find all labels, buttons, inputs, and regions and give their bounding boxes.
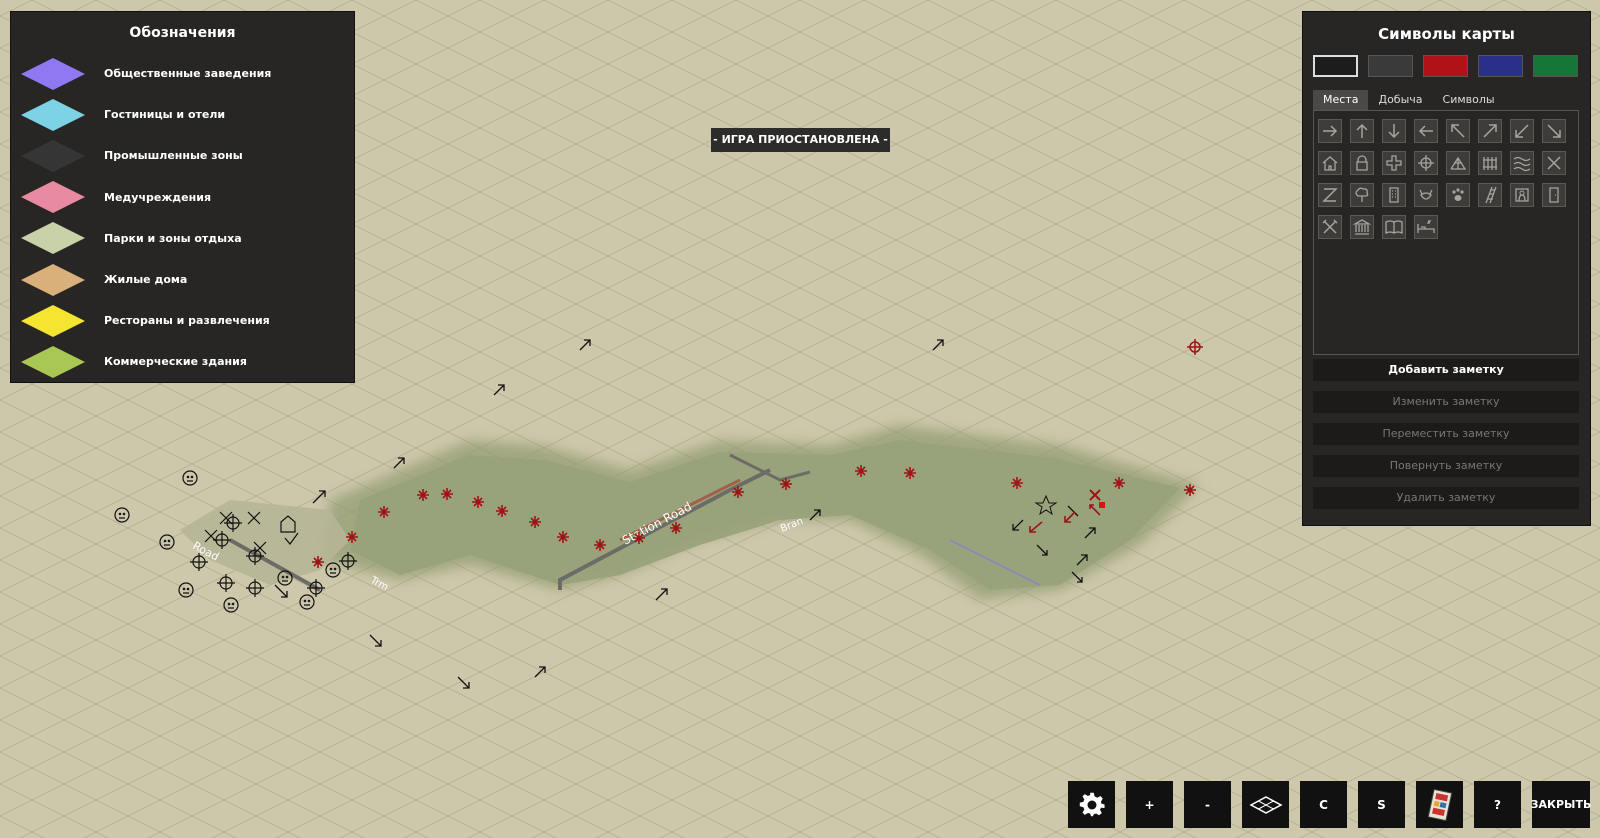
arrow-left-icon[interactable] [1414,119,1438,143]
map-symbols-panel: Символы карты Места Добыча Символы Добав… [1302,11,1591,526]
color-swatch-red[interactable] [1423,55,1468,77]
legend-panel: Обозначения Общественные заведения Гости… [10,11,355,383]
legend-swatch-industrial [21,139,85,172]
legend-label: Гостиницы и отели [104,108,226,122]
legend-item: Гостиницы и отели [21,94,271,135]
ladder-icon[interactable] [1478,183,1502,207]
legend-swatch-public [21,57,85,90]
legend-swatch-residential [21,263,85,296]
raccoon-icon[interactable] [1414,183,1438,207]
legend-swatch-medical [21,181,85,214]
symbols-panel-title: Символы карты [1378,25,1515,43]
legend-item: Коммерческие здания [21,341,271,382]
move-note-button[interactable]: Переместить заметку [1313,423,1579,445]
add-note-button[interactable]: Добавить заметку [1313,359,1579,381]
close-button[interactable]: ЗАКРЫТЬ [1531,781,1591,828]
symbol-icon-grid [1313,110,1579,355]
tab-places[interactable]: Места [1313,90,1369,110]
portrait-icon[interactable] [1510,183,1534,207]
legend-swatch-parks [21,222,85,255]
isometric-toggle-icon [1248,795,1283,814]
crossed-tools-icon[interactable] [1318,215,1342,239]
legend-item: Общественные заведения [21,53,271,94]
zoom-out-button[interactable]: - [1184,781,1231,828]
legend-label: Рестораны и развлечения [104,314,270,328]
c-button[interactable]: C [1300,781,1347,828]
zoom-in-button[interactable]: + [1126,781,1173,828]
legend-item: Жилые дома [21,259,271,300]
arrow-down-left-icon[interactable] [1510,119,1534,143]
player-marker [1099,502,1105,508]
tab-loot[interactable]: Добыча [1368,90,1432,110]
legend-list: Общественные заведения Гостиницы и отели… [21,53,271,383]
fence-icon[interactable] [1478,151,1502,175]
arrow-up-right-icon[interactable] [1478,119,1502,143]
legend-swatch-commercial [21,345,85,378]
door-icon[interactable] [1542,183,1566,207]
tab-symbols[interactable]: Символы [1433,90,1505,110]
color-swatch-green[interactable] [1533,55,1578,77]
legend-swatch-hotels [21,98,85,131]
building-icon[interactable] [1382,183,1406,207]
tree-icon[interactable] [1350,183,1374,207]
cross-icon[interactable] [1542,151,1566,175]
game-paused-banner: - ИГРА ПРИОСТАНОВЛЕНА - [711,128,890,152]
legend-label: Коммерческие здания [104,355,247,369]
symbol-tabs: Места Добыча Символы [1313,90,1505,110]
rotate-note-button[interactable]: Повернуть заметку [1313,455,1579,477]
arrow-up-left-icon[interactable] [1446,119,1470,143]
sleep-z-icon[interactable] [1318,183,1342,207]
legend-item: Парки и зоны отдыха [21,218,271,259]
color-swatch-black[interactable] [1313,55,1358,77]
crosshair-icon[interactable] [1414,151,1438,175]
edit-note-button[interactable]: Изменить заметку [1313,391,1579,413]
paw-icon[interactable] [1446,183,1470,207]
legend-label: Жилые дома [104,273,188,287]
map-sheet-button[interactable] [1416,781,1463,828]
delete-note-button[interactable]: Удалить заметку [1313,487,1579,509]
color-swatch-dark-grey[interactable] [1368,55,1413,77]
legend-item: Медучреждения [21,177,271,218]
legend-label: Общественные заведения [104,67,272,81]
color-swatch-blue[interactable] [1478,55,1523,77]
isometric-toggle-button[interactable] [1242,781,1289,828]
arrow-up-icon[interactable] [1350,119,1374,143]
arrow-down-icon[interactable] [1382,119,1406,143]
help-button[interactable]: ? [1474,781,1521,828]
book-icon[interactable] [1382,215,1406,239]
arrow-right-icon[interactable] [1318,119,1342,143]
legend-label: Промышленные зоны [104,149,243,163]
legend-item: Промышленные зоны [21,135,271,176]
color-picker [1313,55,1578,77]
legend-label: Парки и зоны отдыха [104,231,242,245]
gear-icon [1079,792,1105,816]
bank-icon[interactable] [1350,215,1374,239]
bed-icon[interactable] [1414,215,1438,239]
legend-item: Рестораны и развлечения [21,300,271,341]
arrow-down-right-icon[interactable] [1542,119,1566,143]
legend-swatch-restaurants [21,304,85,337]
tent-icon[interactable] [1446,151,1470,175]
house-icon[interactable] [1318,151,1342,175]
settings-button[interactable] [1068,781,1115,828]
lock-icon[interactable] [1350,151,1374,175]
legend-label: Медучреждения [104,190,212,204]
medical-cross-icon[interactable] [1382,151,1406,175]
map-sheet-icon [1427,788,1452,821]
legend-title: Обозначения [129,25,236,41]
s-button[interactable]: S [1358,781,1405,828]
water-icon[interactable] [1510,151,1534,175]
